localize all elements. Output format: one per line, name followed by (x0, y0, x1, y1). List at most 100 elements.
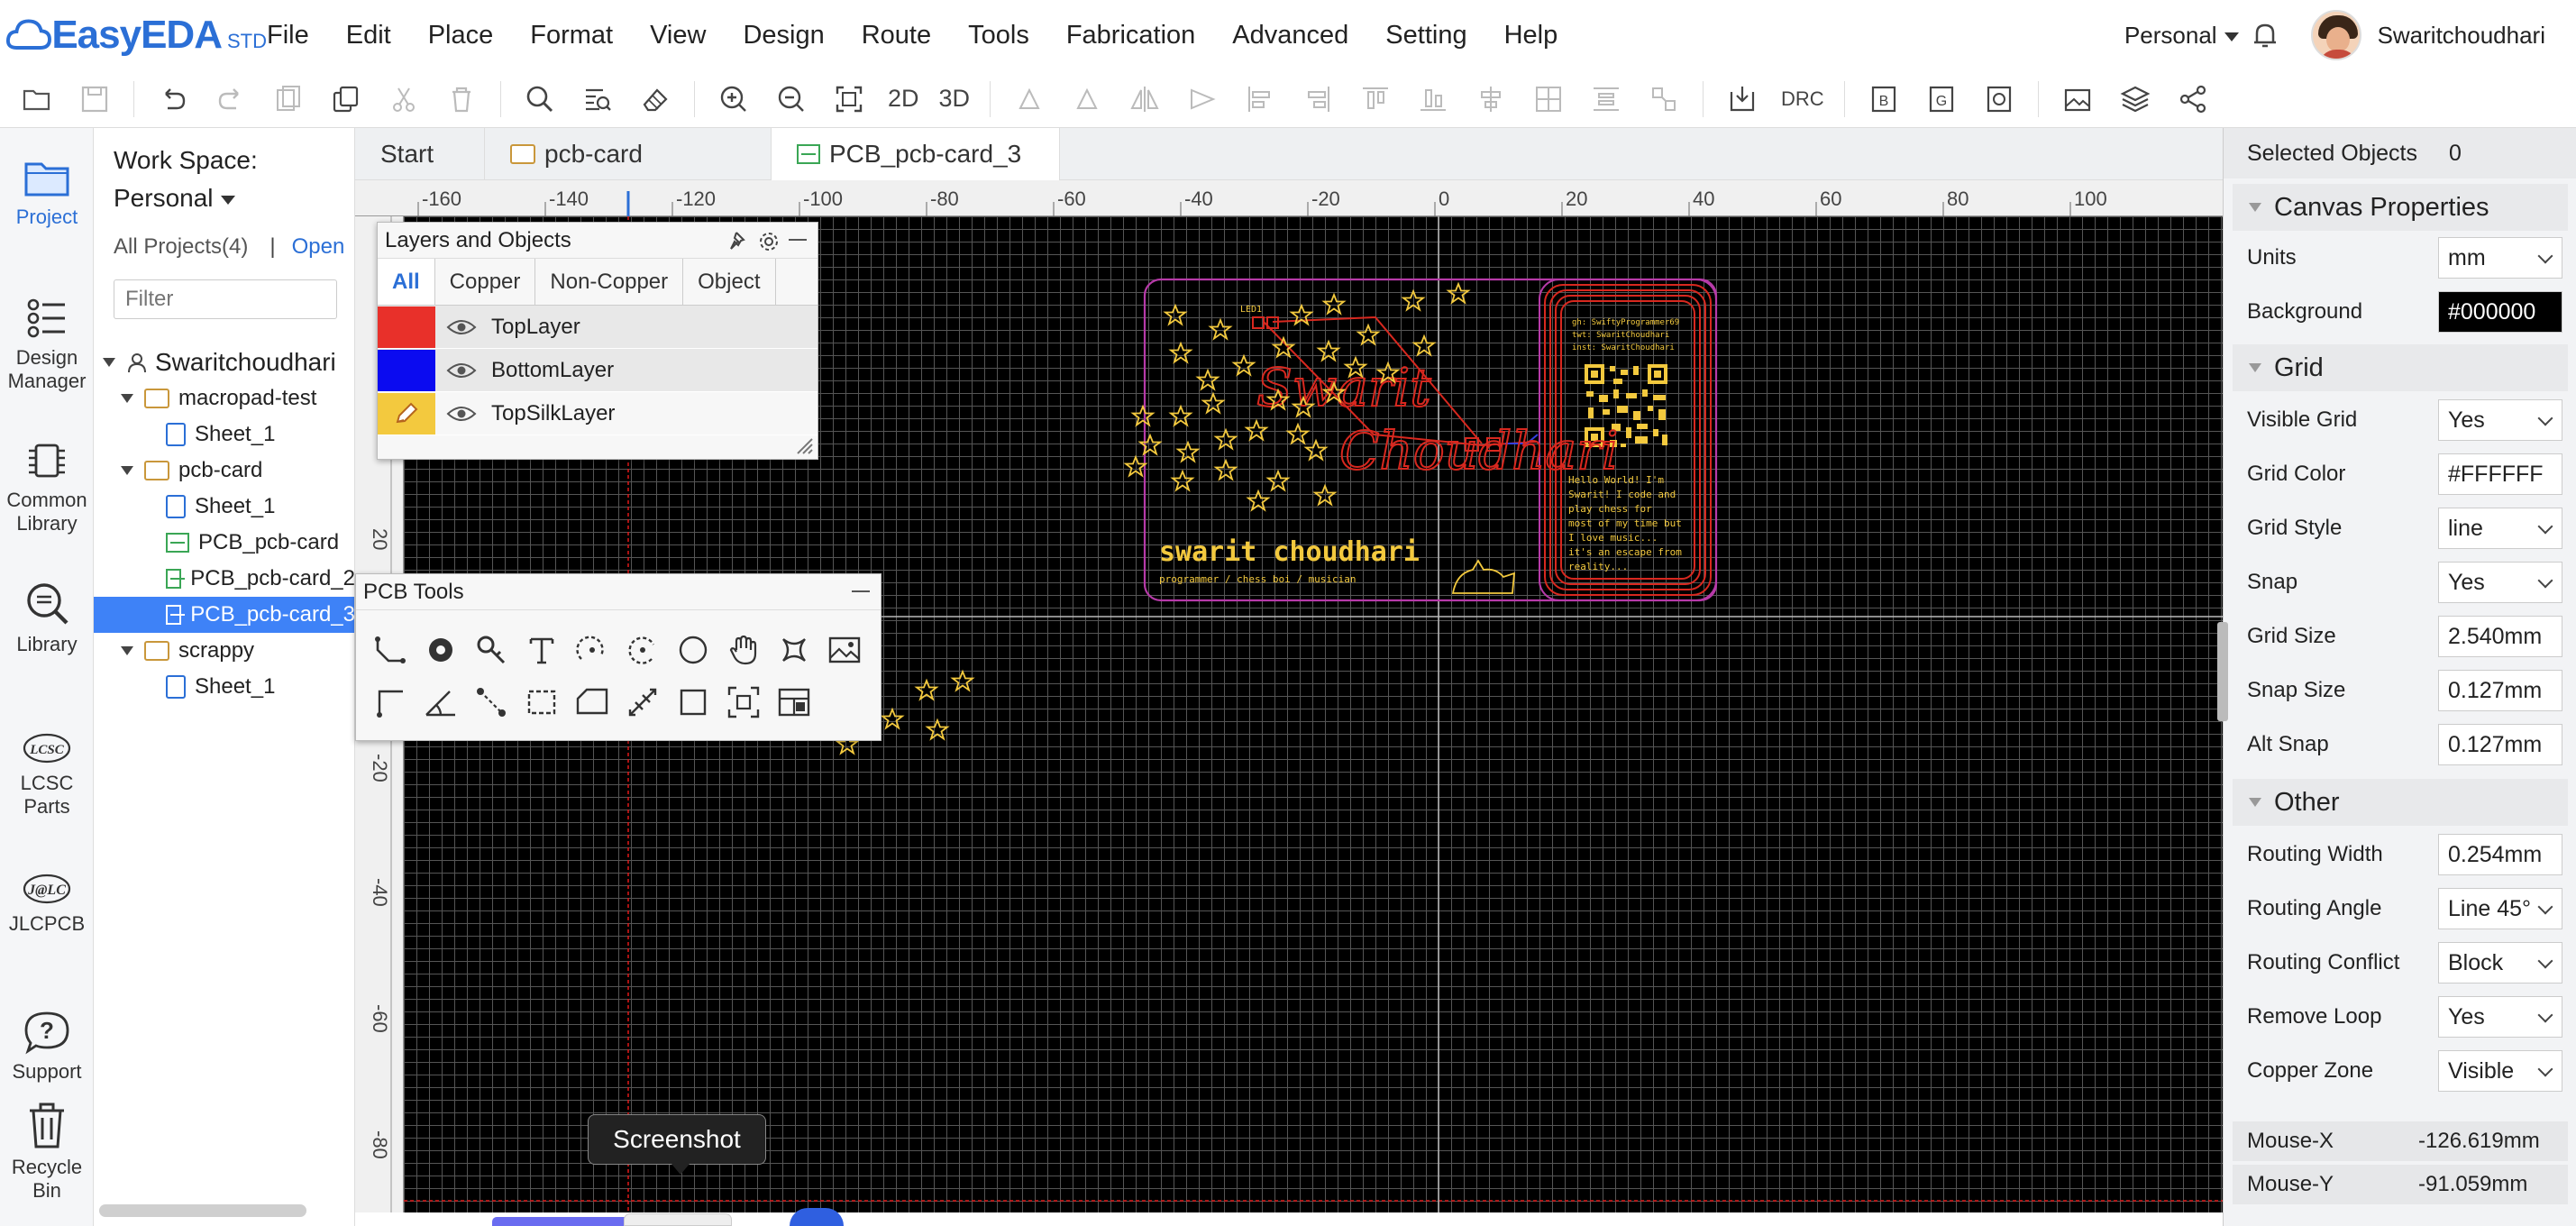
search-icon[interactable] (521, 80, 559, 118)
circle-tool-icon[interactable] (675, 632, 713, 670)
sidebar-jlcpcb[interactable]: J@LC JLCPCB (0, 871, 94, 936)
export-image-icon[interactable] (2059, 80, 2096, 118)
menu-design[interactable]: Design (743, 21, 824, 50)
silk-cat-drawing[interactable] (1451, 559, 1516, 594)
pin-icon[interactable] (729, 231, 749, 251)
arc-center-tool-icon[interactable] (625, 632, 662, 670)
eraser-icon[interactable] (636, 80, 674, 118)
bom-icon[interactable]: B (1865, 80, 1903, 118)
menu-fabrication[interactable]: Fabrication (1066, 21, 1195, 50)
layer-row-topsilk[interactable]: TopSilkLayer (378, 392, 818, 435)
layers-panel-header[interactable]: Layers and Objects (378, 223, 818, 259)
panel-splitter-handle[interactable] (2217, 622, 2228, 721)
menu-file[interactable]: File (267, 21, 309, 50)
copy-icon[interactable] (327, 80, 365, 118)
menu-setting[interactable]: Setting (1385, 21, 1466, 50)
mirror-icon[interactable] (1183, 80, 1221, 118)
tab-pcb-card[interactable]: pcb-card (485, 128, 772, 180)
text-tool-icon[interactable] (524, 632, 562, 670)
routing-conflict-select[interactable]: Block (2438, 942, 2562, 984)
silk-led-label[interactable]: LED1 (1240, 305, 1262, 315)
group-icon[interactable] (1645, 80, 1683, 118)
layer-color-swatch[interactable] (378, 306, 435, 348)
cut-icon[interactable] (385, 80, 423, 118)
sidebar-project[interactable]: Project (0, 155, 94, 229)
collapse-triangle-icon[interactable] (121, 466, 133, 475)
collapse-triangle-icon[interactable] (103, 358, 115, 367)
tree-pcb-selected[interactable]: PCB_pcb-card_3 (94, 597, 354, 633)
silk-stars[interactable] (836, 283, 1469, 755)
dock-item[interactable] (790, 1208, 844, 1226)
copper-cursive-last-name[interactable]: Choudhari (1338, 419, 1619, 482)
track-tool-icon[interactable] (372, 632, 410, 670)
menu-route[interactable]: Route (862, 21, 931, 50)
import-icon[interactable] (1723, 80, 1761, 118)
pan-hand-icon[interactable] (726, 632, 763, 670)
alt-snap-field[interactable]: 0.127mm (2438, 724, 2562, 765)
tree-folder-scrappy[interactable]: scrappy (94, 633, 354, 669)
silk-bio-line[interactable]: most of my time but (1568, 517, 1682, 529)
eye-icon[interactable] (446, 405, 477, 423)
zoom-in-icon[interactable] (715, 80, 753, 118)
tree-sheet[interactable]: Sheet_1 (94, 489, 354, 525)
tree-user[interactable]: Swaritchoudhari (94, 344, 354, 380)
layer-row-top[interactable]: TopLayer (378, 306, 818, 349)
silk-name[interactable]: swarit choudhari (1159, 536, 1420, 568)
menu-edit[interactable]: Edit (346, 21, 391, 50)
tree-pcb[interactable]: PCB_pcb-card_2 (94, 561, 354, 597)
canvas-properties-header[interactable]: Canvas Properties (2233, 184, 2568, 231)
workspace-dropdown[interactable]: Personal (2124, 22, 2239, 50)
sidebar-library[interactable]: Library (0, 579, 94, 656)
layer-row-bottom[interactable]: BottomLayer (378, 349, 818, 392)
bell-icon[interactable] (2250, 20, 2280, 50)
tree-sheet[interactable]: Sheet_1 (94, 416, 354, 453)
silk-contact-github[interactable]: gh: SwiftyProgrammer69 (1572, 318, 1679, 327)
minimize-icon[interactable] (852, 590, 870, 592)
grid-header[interactable]: Grid (2233, 344, 2568, 391)
arc-tool-icon[interactable] (574, 632, 612, 670)
silk-bio-line[interactable]: it's an escape from (1568, 546, 1682, 558)
silk-bio-line[interactable]: Swarit! I code and (1568, 489, 1676, 500)
gear-icon[interactable] (758, 231, 780, 252)
visible-grid-select[interactable]: Yes (2438, 399, 2562, 441)
image-tool-icon[interactable] (827, 632, 864, 670)
easyeda-logo[interactable]: EasyEDA STD (5, 12, 267, 59)
align-right-icon[interactable] (1299, 80, 1337, 118)
find-list-icon[interactable] (579, 80, 617, 118)
tab-pcb-card-3[interactable]: PCB_pcb-card_3 (772, 128, 1060, 180)
align-bottom-icon[interactable] (1414, 80, 1452, 118)
pick-place-icon[interactable] (1980, 80, 2018, 118)
copper-cursive-first-name[interactable]: Swarit (1256, 356, 1432, 419)
pcb-tools-header[interactable]: PCB Tools (356, 574, 881, 610)
undo-icon[interactable] (154, 80, 192, 118)
all-projects-link[interactable]: All Projects(4) (114, 234, 248, 259)
sidebar-common-library[interactable]: Common Library (0, 438, 94, 535)
layer-color-swatch[interactable] (378, 349, 435, 391)
silk-contact-instagram[interactable]: inst: SwaritChoudhari (1572, 343, 1675, 352)
photo-view-icon[interactable] (776, 684, 814, 722)
distribute-icon[interactable] (1587, 80, 1625, 118)
dimension-tool-icon[interactable] (372, 684, 410, 722)
rectangle-tool-icon[interactable] (675, 684, 713, 722)
align-grid-icon[interactable] (1530, 80, 1567, 118)
paste-icon[interactable] (269, 80, 307, 118)
measure-icon[interactable] (625, 684, 662, 722)
remove-loop-select[interactable]: Yes (2438, 996, 2562, 1038)
filter-input[interactable] (114, 279, 337, 319)
delete-icon[interactable] (443, 80, 480, 118)
layers-tab-object[interactable]: Object (683, 259, 776, 305)
align-left-icon[interactable] (1241, 80, 1279, 118)
solid-region-icon[interactable] (776, 632, 814, 670)
drc-button[interactable]: DRC (1781, 80, 1824, 118)
silk-tagline[interactable]: programmer / chess boi / musician (1159, 573, 1357, 585)
username[interactable]: Swaritchoudhari (2378, 22, 2545, 50)
menu-tools[interactable]: Tools (968, 21, 1029, 50)
units-select[interactable]: mm (2438, 237, 2562, 279)
tree-folder-macropad-test[interactable]: macropad-test (94, 380, 354, 416)
menu-place[interactable]: Place (428, 21, 494, 50)
rotate-icon[interactable] (1010, 80, 1048, 118)
tree-folder-pcb-card[interactable]: pcb-card (94, 453, 354, 489)
flip-icon[interactable] (1126, 80, 1164, 118)
background-color-field[interactable]: #000000 (2438, 291, 2562, 333)
routing-angle-select[interactable]: Line 45° (2438, 888, 2562, 929)
